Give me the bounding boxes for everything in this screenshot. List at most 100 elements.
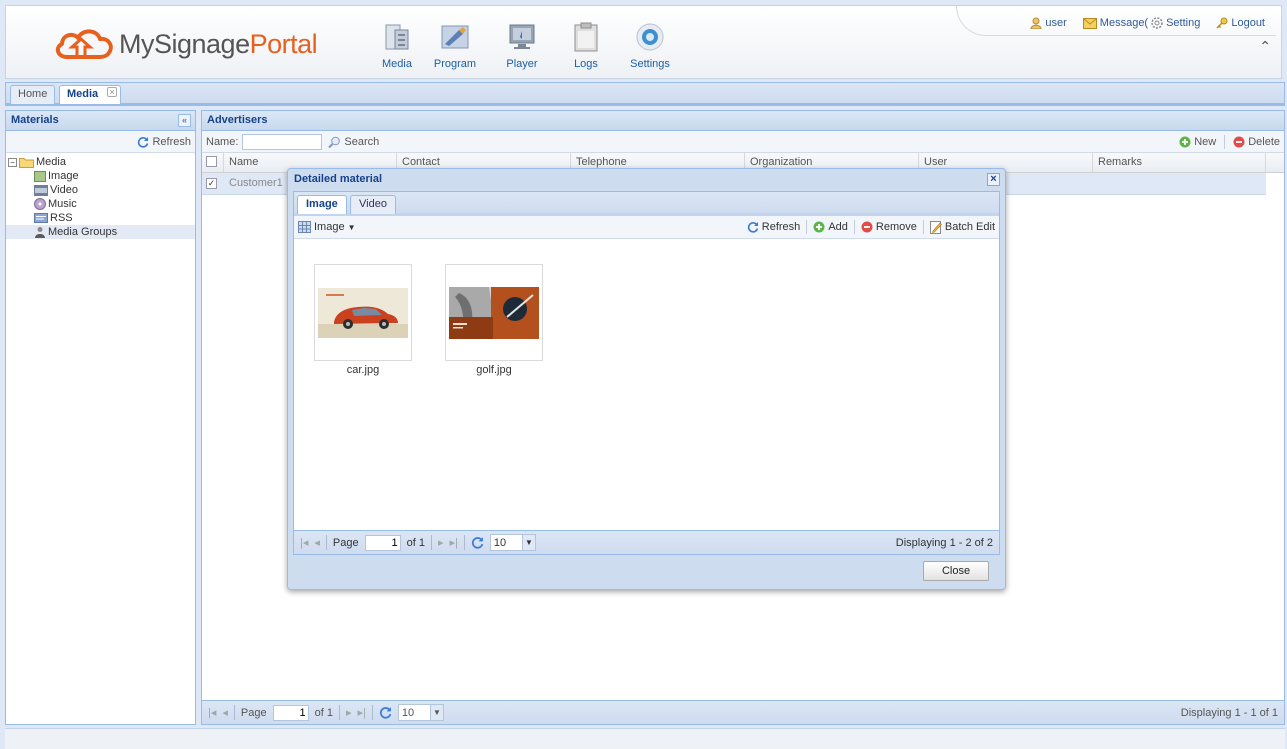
nav-logs[interactable]: Logs	[556, 20, 616, 70]
first-page-icon[interactable]: |◂	[208, 706, 216, 719]
materials-panel: Materials « Refresh − Media Image Video …	[5, 110, 196, 725]
refresh-icon	[138, 136, 149, 148]
media-tree: − Media Image Video Music RSS Media Grou…	[6, 153, 195, 241]
tree-node-rss[interactable]: RSS	[6, 211, 195, 225]
detailed-material-dialog: Detailed material × Image Video Image ▼ …	[287, 168, 1006, 590]
last-page-icon[interactable]: ▸|	[358, 706, 366, 719]
prev-page-icon[interactable]: ◂	[314, 536, 320, 549]
pager-separator	[371, 705, 373, 720]
name-search-input[interactable]	[242, 133, 323, 150]
next-page-icon[interactable]: ▸	[346, 706, 352, 719]
advertisers-pager: |◂ ◂ Page of 1 ▸ ▸| 10 ▼ Displaying 1 - …	[202, 700, 1284, 724]
close-tab-icon[interactable]: ×	[107, 87, 118, 97]
refresh-icon	[747, 222, 759, 233]
toolbar-separator	[922, 220, 924, 234]
chevron-down-icon: ▼	[521, 535, 535, 550]
settings-icon	[633, 20, 667, 54]
dialog-actions: Refresh Add Remove Batch Edit	[747, 220, 995, 234]
page-size-select[interactable]: 10 ▼	[489, 534, 536, 551]
tree-collapse-icon[interactable]: −	[8, 157, 17, 167]
tab-media[interactable]: Media ×	[59, 85, 122, 104]
nav-settings[interactable]: Settings	[620, 20, 680, 70]
toolbar-separator	[806, 220, 808, 234]
remove-icon	[861, 221, 873, 233]
prev-page-icon[interactable]: ◂	[222, 706, 228, 719]
advertisers-actions: New Delete	[1179, 134, 1280, 149]
dialog-pager: |◂ ◂ Page of 1 ▸ ▸| 10 ▼ Displaying 1 - …	[294, 530, 999, 554]
toolbar-separator	[853, 220, 855, 234]
nav-program[interactable]: Program	[425, 20, 485, 70]
player-icon	[505, 20, 539, 54]
pager-display-text: Displaying 1 - 1 of 1	[1180, 706, 1278, 719]
refresh-button[interactable]: Refresh	[747, 221, 800, 233]
logout-link[interactable]: Logout	[1216, 17, 1265, 29]
column-remarks[interactable]: Remarks	[1093, 153, 1266, 172]
new-button[interactable]: New	[1179, 136, 1216, 148]
golf-image	[449, 286, 539, 339]
dialog-title: Detailed material	[294, 173, 383, 185]
collapse-header-icon[interactable]: ⌃	[1259, 38, 1271, 55]
page-number-input[interactable]	[272, 704, 309, 721]
tree-node-media[interactable]: − Media	[6, 155, 195, 169]
logs-icon	[569, 20, 603, 54]
first-page-icon[interactable]: |◂	[300, 536, 308, 549]
tab-video[interactable]: Video	[350, 195, 396, 214]
image-thumbnail	[314, 264, 412, 361]
pager-separator	[430, 535, 432, 550]
page-size-select[interactable]: 10 ▼	[397, 704, 444, 721]
row-checkbox[interactable]: ✓	[202, 173, 224, 194]
next-page-icon[interactable]: ▸	[438, 536, 444, 549]
dialog-title-bar[interactable]: Detailed material ×	[288, 169, 1005, 191]
tree-node-video[interactable]: Video	[6, 183, 195, 197]
dialog-tabs: Image Video	[294, 192, 999, 216]
media-icon	[380, 20, 414, 54]
chevron-down-icon: ▼	[347, 222, 356, 232]
tab-home[interactable]: Home	[10, 85, 56, 104]
nav-media[interactable]: Media	[367, 20, 427, 70]
mail-icon	[1082, 17, 1097, 29]
delete-button[interactable]: Delete	[1233, 136, 1280, 148]
add-button[interactable]: Add	[813, 221, 848, 233]
pager-separator	[325, 535, 327, 550]
media-item-car[interactable]: car.jpg	[314, 264, 412, 376]
refresh-button[interactable]: Refresh	[137, 136, 191, 148]
folder-icon	[19, 157, 34, 168]
batch-edit-button[interactable]: Batch Edit	[929, 220, 995, 234]
page-number-input[interactable]	[364, 534, 401, 551]
message-link[interactable]: Message( Setting	[1082, 17, 1200, 29]
refresh-icon[interactable]	[471, 536, 484, 549]
pager-display-text: Displaying 1 - 2 of 2	[895, 536, 993, 549]
pager-separator	[338, 705, 340, 720]
tree-node-media-groups[interactable]: Media Groups	[6, 225, 195, 239]
video-icon	[34, 184, 48, 196]
type-menu-button[interactable]: Image ▼	[298, 221, 356, 233]
logo-text: MySignagePortal	[119, 28, 318, 59]
dialog-body: Image Video Image ▼ Refresh Add Remove B…	[293, 191, 1000, 555]
close-button[interactable]: Close	[923, 561, 989, 581]
collapse-panel-icon[interactable]: «	[178, 114, 191, 127]
tree-node-image[interactable]: Image	[6, 169, 195, 183]
search-icon	[328, 136, 341, 148]
refresh-icon[interactable]	[379, 706, 392, 719]
edit-icon	[929, 220, 942, 234]
nav-player[interactable]: Player	[492, 20, 552, 70]
tree-node-music[interactable]: Music	[6, 197, 195, 211]
grid-view-icon	[298, 221, 311, 233]
status-bar	[5, 728, 1285, 749]
media-item-golf[interactable]: golf.jpg	[445, 264, 543, 376]
add-icon	[1179, 136, 1191, 147]
add-icon	[813, 221, 825, 233]
select-all-checkbox[interactable]	[202, 153, 224, 172]
image-icon	[34, 170, 46, 182]
user-links: user Message( Setting Logout	[1030, 17, 1265, 29]
remove-button[interactable]: Remove	[861, 221, 917, 233]
cloud-logo-icon	[55, 29, 113, 59]
music-icon	[34, 198, 46, 210]
car-image	[318, 287, 408, 338]
pager-separator	[463, 535, 465, 550]
tab-image[interactable]: Image	[297, 195, 347, 214]
close-icon[interactable]: ×	[987, 173, 1000, 186]
user-link[interactable]: user	[1030, 17, 1067, 29]
search-button[interactable]: Search	[328, 136, 379, 148]
last-page-icon[interactable]: ▸|	[450, 536, 458, 549]
